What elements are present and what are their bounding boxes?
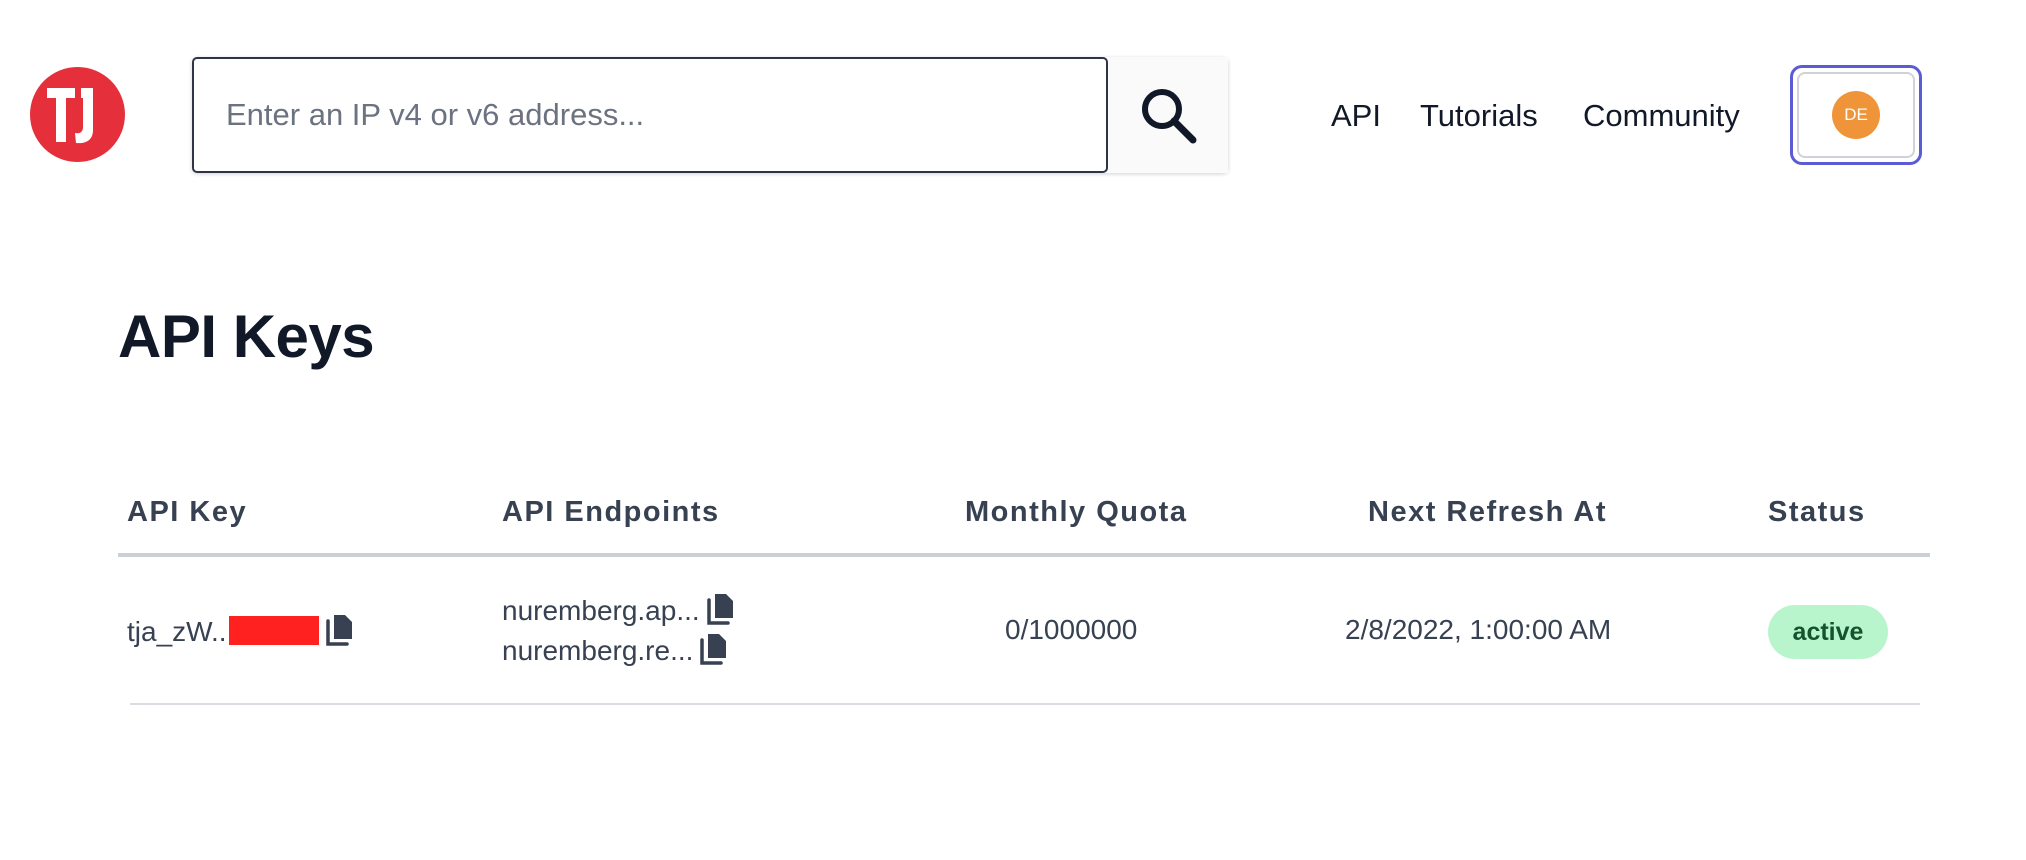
api-key-value: tja_zW.. (127, 616, 227, 647)
avatar: DE (1832, 91, 1880, 139)
nav-tutorials[interactable]: Tutorials (1420, 96, 1538, 136)
api-key-cell: tja_zW.. (127, 613, 355, 655)
redaction-block (228, 616, 319, 645)
next-refresh-value: 2/8/2022, 1:00:00 AM (1345, 614, 1612, 645)
page: API Tutorials Community DE API Keys API … (0, 0, 2026, 860)
search-icon (1142, 89, 1197, 144)
user-menu-inner: DE (1797, 72, 1915, 158)
table-row-divider (130, 703, 1920, 705)
nav-api[interactable]: API (1331, 96, 1381, 136)
api-endpoint-2: nuremberg.re... (502, 632, 729, 674)
api-endpoint-1-text: nuremberg.ap... (502, 595, 700, 626)
status-badge: active (1768, 605, 1888, 659)
monthly-quota-value: 0/1000000 (1005, 614, 1138, 645)
search-button[interactable] (1108, 57, 1228, 173)
column-header-api-key: API Key (127, 496, 248, 528)
column-header-status: Status (1768, 496, 1866, 528)
column-header-monthly-quota: Monthly Quota (965, 496, 1188, 528)
api-endpoint-1: nuremberg.ap... (502, 592, 736, 634)
search-bar (192, 57, 1228, 173)
copy-api-key-icon[interactable] (325, 613, 355, 655)
nav-community[interactable]: Community (1583, 96, 1740, 136)
copy-endpoint-1-icon[interactable] (706, 592, 736, 634)
page-title: API Keys (118, 303, 375, 370)
api-endpoint-2-text: nuremberg.re... (502, 635, 694, 666)
search-input[interactable] (192, 57, 1108, 173)
logo-icon (46, 87, 93, 143)
copy-endpoint-2-icon[interactable] (699, 632, 729, 674)
logo[interactable] (30, 67, 125, 162)
column-header-next-refresh-at: Next Refresh At (1368, 496, 1607, 528)
user-menu-button[interactable]: DE (1790, 65, 1922, 165)
table-header-divider (118, 553, 1930, 557)
column-header-api-endpoints: API Endpoints (502, 496, 720, 528)
